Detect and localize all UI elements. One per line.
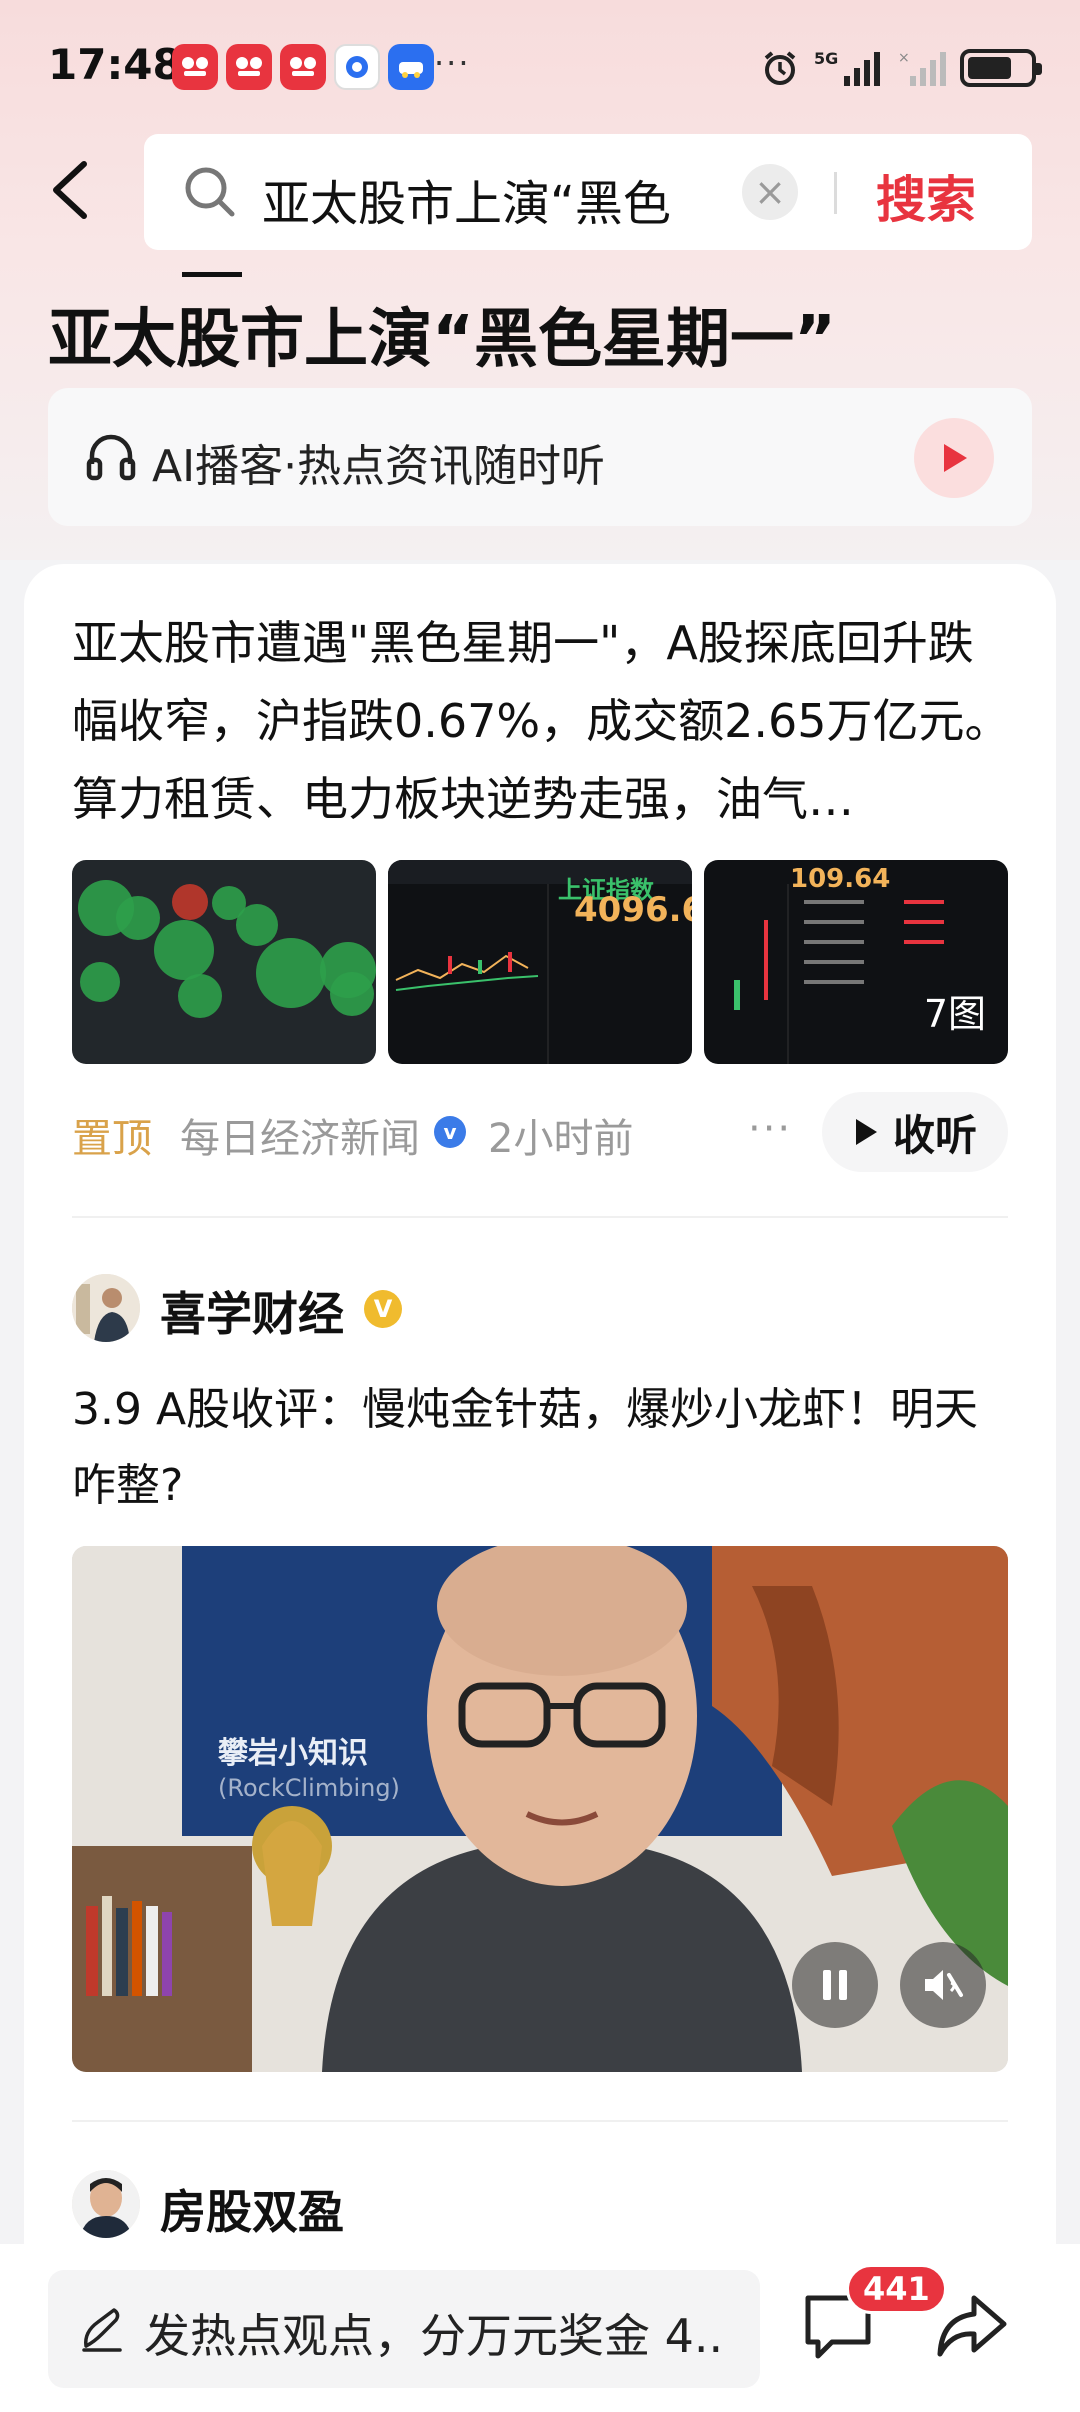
status-time: 17:48	[48, 40, 182, 89]
notification-app-icon	[172, 44, 218, 90]
back-arrow-icon	[53, 161, 87, 219]
more-notifications-icon: ···	[434, 44, 471, 82]
notification-app-icon	[280, 44, 326, 90]
map-bubble	[80, 962, 120, 1002]
video-player[interactable]: (RockClimbing) 攀岩小知识	[72, 1546, 1008, 2072]
comment-input[interactable]: 发热点观点，分万元奖金 4..	[48, 2270, 760, 2388]
search-divider	[834, 172, 837, 214]
author-avatar[interactable]	[72, 1274, 140, 1342]
author-name[interactable]: 喜学财经	[160, 1278, 344, 1344]
status-bar: 17:48 ··· 5G ×	[0, 0, 1080, 135]
svg-text:5G: 5G	[814, 49, 838, 68]
source-name[interactable]: 每日经济新闻	[180, 1106, 420, 1164]
battery-icon	[960, 49, 1042, 87]
notification-app-icon	[334, 44, 380, 90]
pause-button[interactable]	[792, 1942, 878, 2028]
page-title: 亚太股市上演“黑色星期一”	[48, 303, 837, 377]
article-meta: 置顶 每日经济新闻 v 2小时前 ··· 收听	[72, 1092, 1008, 1172]
podcast-play-button[interactable]	[914, 418, 994, 498]
thumbnail-market-map[interactable]	[72, 860, 376, 1064]
map-bubble	[178, 974, 222, 1018]
search-button[interactable]: 搜索	[876, 160, 976, 232]
muted-speaker-icon	[925, 1970, 963, 2000]
verified-icon: v	[434, 1116, 466, 1148]
play-icon	[855, 1119, 877, 1145]
avatar-image	[72, 1274, 140, 1342]
battery-level	[968, 57, 1011, 79]
signal-weak-icon: ×	[898, 50, 946, 86]
post-title[interactable]: 3.9 A股收评：慢炖金针菇，爆炒小龙虾！明天咋整?	[72, 1372, 1012, 1524]
signal-5g-icon: 5G	[814, 49, 880, 86]
headphone-icon	[86, 434, 136, 481]
article-thumbnails[interactable]: 上证指数 4096.60 109.64 7图	[72, 860, 1008, 1064]
listen-button[interactable]: 收听	[822, 1092, 1008, 1172]
back-button[interactable]	[44, 160, 100, 220]
author-name[interactable]: 房股双盈	[160, 2176, 344, 2242]
search-icon	[185, 167, 235, 217]
comment-placeholder: 发热点观点，分万元奖金 4..	[144, 2309, 724, 2363]
divider	[72, 1216, 1008, 1218]
comment-count-badge: 441	[846, 2264, 947, 2314]
title-tick-decoration	[182, 272, 242, 277]
system-status: 5G ×	[760, 48, 1042, 88]
alarm-icon	[764, 51, 796, 85]
article-summary[interactable]: 亚太股市遭遇"黑色星期一"，A股探底回升跌幅收窄，沪指跌0.67%，成交额2.6…	[72, 604, 1012, 838]
notification-autohome-icon	[388, 44, 434, 90]
verified-badge-icon: V	[364, 1290, 402, 1328]
thumbnail-index-chart[interactable]: 上证指数 4096.60	[388, 860, 692, 1064]
map-bubble	[154, 920, 214, 980]
thumbnail-quote-panel[interactable]: 109.64 7图	[704, 860, 1008, 1064]
video-caption: 攀岩小知识	[218, 1736, 368, 1771]
image-count: 7图	[923, 992, 986, 1036]
close-icon: ×	[754, 170, 786, 214]
listen-label: 收听	[892, 1110, 977, 1160]
search-box[interactable]: 亚太股市上演“黑色 × 搜索	[144, 134, 1032, 250]
map-bubble	[116, 896, 160, 940]
play-icon	[944, 444, 967, 472]
ai-podcast-bar[interactable]: AI播客·热点资讯随时听	[48, 388, 1032, 526]
pinned-label: 置顶	[72, 1116, 152, 1162]
notification-icons	[172, 44, 434, 90]
notification-app-icon	[226, 44, 272, 90]
map-bubble	[236, 904, 278, 946]
clear-search-button[interactable]: ×	[742, 164, 798, 220]
svg-text:(RockClimbing): (RockClimbing)	[218, 1774, 400, 1802]
thumbnail-quote-value: 109.64	[790, 864, 891, 894]
podcast-label: AI播客·热点资讯随时听	[152, 441, 606, 492]
map-bubble	[172, 884, 208, 920]
more-options-icon[interactable]: ···	[748, 1106, 792, 1152]
thumbnail-chart-value: 4096.60	[574, 890, 692, 930]
pause-icon	[823, 1970, 847, 2000]
svg-text:×: ×	[898, 50, 910, 66]
map-bubble	[256, 938, 326, 1008]
author-avatar[interactable]	[72, 2170, 140, 2238]
battery-tip	[1036, 63, 1042, 75]
mute-button[interactable]	[900, 1942, 986, 2028]
pen-icon	[82, 2308, 122, 2352]
divider	[72, 2120, 1008, 2122]
search-input[interactable]: 亚太股市上演“黑色	[262, 164, 702, 234]
avatar-image	[72, 2170, 140, 2238]
share-icon[interactable]	[934, 2288, 1010, 2364]
bottom-action-bar: 发热点观点，分万元奖金 4.. 441	[0, 2244, 1080, 2412]
publish-time: 2小时前	[488, 1116, 634, 1162]
map-bubble	[330, 972, 374, 1016]
